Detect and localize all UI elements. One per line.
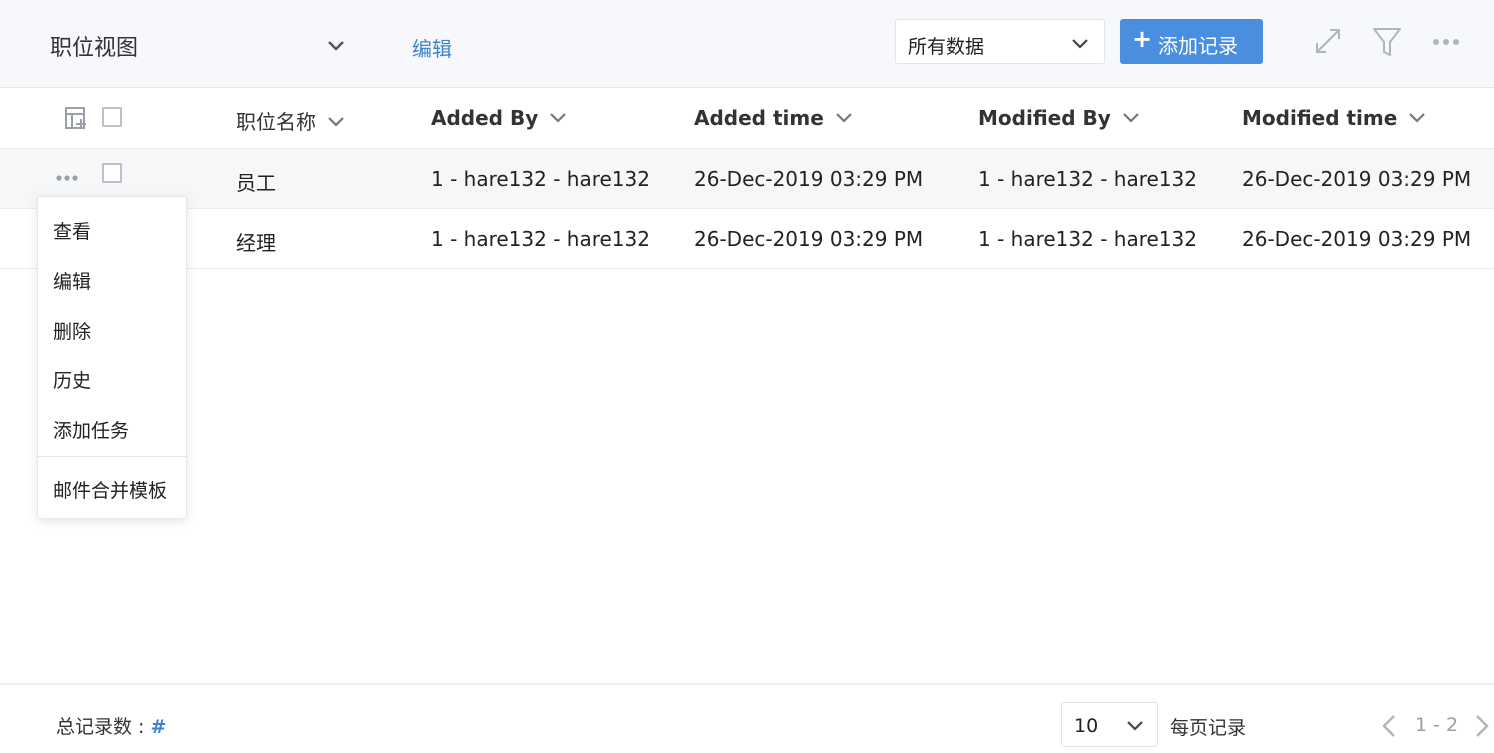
total-records-count[interactable]: # [150, 716, 166, 738]
cell-modified-by: 1 - hare132 - hare132 [978, 227, 1197, 251]
menu-item-edit[interactable]: 编辑 [53, 267, 91, 294]
chevron-down-icon [1072, 39, 1088, 49]
total-records-label: 总记录数 : [56, 716, 151, 738]
column-header-added-time[interactable]: Added time [694, 106, 854, 130]
chevron-down-icon [1122, 113, 1139, 123]
edit-view-link[interactable]: 编辑 [412, 33, 452, 62]
cell-added-time: 26-Dec-2019 03:29 PM [694, 227, 924, 251]
menu-item-history[interactable]: 历史 [53, 366, 91, 393]
add-record-label: 添加记录 [1158, 34, 1238, 58]
table-row[interactable]: 经理 1 - hare132 - hare132 26-Dec-2019 03:… [0, 209, 1494, 269]
per-page-value: 10 [1074, 715, 1099, 737]
row-checkbox[interactable] [102, 163, 122, 183]
chevron-right-icon[interactable] [1473, 713, 1491, 739]
menu-item-add-task[interactable]: 添加任务 [53, 416, 129, 443]
column-header-modified-by[interactable]: Modified By [978, 106, 1141, 130]
column-header-modified-time[interactable]: Modified time [1242, 106, 1427, 130]
table-footer: 总记录数 : # 10 每页记录 1 - 2 [0, 683, 1494, 753]
table-row[interactable]: 员工 1 - hare132 - hare132 26-Dec-2019 03:… [0, 149, 1494, 209]
table-header: 职位名称 Added By Added time Modified By Mod… [0, 88, 1494, 149]
column-header-label: Modified time [1242, 106, 1398, 130]
cell-modified-time: 26-Dec-2019 03:29 PM [1242, 167, 1472, 191]
view-title: 职位视图 [50, 36, 139, 61]
menu-item-view[interactable]: 查看 [53, 217, 91, 244]
menu-item-mail-merge-template[interactable]: 邮件合并模板 [53, 476, 167, 503]
app-root: 职位视图 编辑 所有数据 + 添加记录 职位名称 Added By Added … [0, 0, 1494, 753]
row-actions-more-icon[interactable] [55, 174, 79, 182]
chevron-down-icon [1127, 721, 1143, 731]
chevron-down-icon [1409, 113, 1426, 123]
filter-icon[interactable] [1372, 26, 1402, 58]
chevron-left-icon[interactable] [1380, 713, 1398, 739]
chevron-down-icon [836, 113, 852, 123]
add-record-button[interactable]: + 添加记录 [1120, 19, 1263, 64]
cell-modified-by: 1 - hare132 - hare132 [978, 167, 1197, 191]
cell-position-name[interactable]: 经理 [236, 227, 276, 256]
total-records: 总记录数 : # [56, 712, 166, 739]
menu-divider [38, 456, 186, 457]
cell-modified-time: 26-Dec-2019 03:29 PM [1242, 227, 1472, 251]
column-header-label: 职位名称 [236, 110, 316, 134]
cell-added-time: 26-Dec-2019 03:29 PM [694, 167, 924, 191]
toolbar-header: 职位视图 编辑 所有数据 + 添加记录 [0, 0, 1494, 88]
plus-icon: + [1132, 25, 1153, 53]
cell-added-by: 1 - hare132 - hare132 [431, 167, 650, 191]
chevron-down-icon [550, 113, 567, 123]
menu-item-delete[interactable]: 删除 [53, 317, 91, 344]
chevron-down-icon [328, 117, 344, 127]
cell-added-by: 1 - hare132 - hare132 [431, 227, 650, 251]
more-icon[interactable] [1432, 37, 1460, 47]
column-header-label: Added time [694, 106, 824, 130]
data-filter-value: 所有数据 [908, 36, 985, 58]
data-filter-select[interactable]: 所有数据 [895, 19, 1105, 64]
column-header-position-name[interactable]: 职位名称 [236, 106, 346, 135]
per-page-select[interactable]: 10 [1061, 702, 1158, 747]
select-all-checkbox[interactable] [102, 107, 122, 127]
column-config-icon[interactable] [64, 105, 88, 131]
column-header-label: Added By [431, 106, 539, 130]
column-header-added-by[interactable]: Added By [431, 106, 568, 130]
row-context-menu: 查看 编辑 删除 历史 添加任务 邮件合并模板 [37, 196, 187, 519]
cell-position-name[interactable]: 员工 [236, 167, 276, 196]
page-range: 1 - 2 [1415, 714, 1459, 736]
expand-icon[interactable] [1313, 26, 1343, 56]
view-switch-chevron-down-icon[interactable] [325, 36, 347, 54]
column-header-label: Modified By [978, 106, 1111, 130]
per-page-label: 每页记录 [1170, 717, 1247, 739]
